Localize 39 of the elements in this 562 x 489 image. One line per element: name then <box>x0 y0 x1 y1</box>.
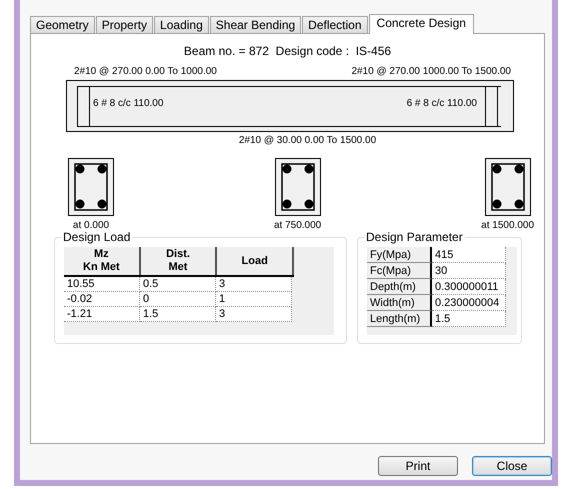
beam-heading: Beam no. = 872 Design code : IS-456 <box>182 44 392 58</box>
table-cell: 10.55 <box>64 277 140 292</box>
section-label: at 0.000 <box>72 220 110 231</box>
table-cell: 0.300000011 <box>432 279 506 295</box>
stirrup-label: 6 # 8 c/c 110.00 <box>406 98 477 109</box>
table-cell: 1 <box>216 292 292 307</box>
stirrup-label: 6 # 8 c/c 110.00 <box>93 98 164 109</box>
tab[interactable]: Property <box>96 16 154 33</box>
table-cell: 1.5 <box>140 307 216 322</box>
table-cell: 1.5 <box>432 311 506 327</box>
table-cell: -1.21 <box>64 307 140 322</box>
section-label: at 750.000 <box>274 220 322 231</box>
group-title: Design Parameter <box>364 230 465 244</box>
dialog-button[interactable]: Print <box>378 456 458 476</box>
table-cell: 0.5 <box>140 277 216 292</box>
section-label: at 1500.000 <box>481 220 534 231</box>
bar-label: 2#10 @ 270.00 1000.00 To 1500.00 <box>351 66 511 77</box>
section-drawing <box>274 158 321 216</box>
tab[interactable]: Deflection <box>302 16 368 33</box>
column-header: Load <box>217 247 294 275</box>
dialog-button[interactable]: Close <box>472 456 552 476</box>
tab[interactable]: Concrete Design <box>368 14 474 34</box>
tab[interactable]: Shear Bending <box>210 16 302 33</box>
group-title: Design Load <box>61 230 132 244</box>
section-drawing <box>484 158 531 216</box>
table-cell: 30 <box>432 263 506 279</box>
column-header: Mz Kn Met <box>64 247 141 275</box>
bar-label: 2#10 @ 30.00 0.00 To 1500.00 <box>238 135 378 146</box>
table-cell: 0 <box>140 292 216 307</box>
column-header: Dist. Met <box>140 247 218 275</box>
section-drawing <box>68 158 114 216</box>
tab[interactable]: Loading <box>154 16 209 33</box>
table-cell: 415 <box>432 247 506 263</box>
tab[interactable]: Geometry <box>30 16 95 33</box>
table-cell: -0.02 <box>64 292 140 307</box>
bar-label: 2#10 @ 270.00 0.00 To 1000.00 <box>74 66 217 77</box>
table-cell: 3 <box>216 277 292 292</box>
table-cell: 0.230000004 <box>432 295 506 311</box>
table-cell: 3 <box>216 307 292 322</box>
